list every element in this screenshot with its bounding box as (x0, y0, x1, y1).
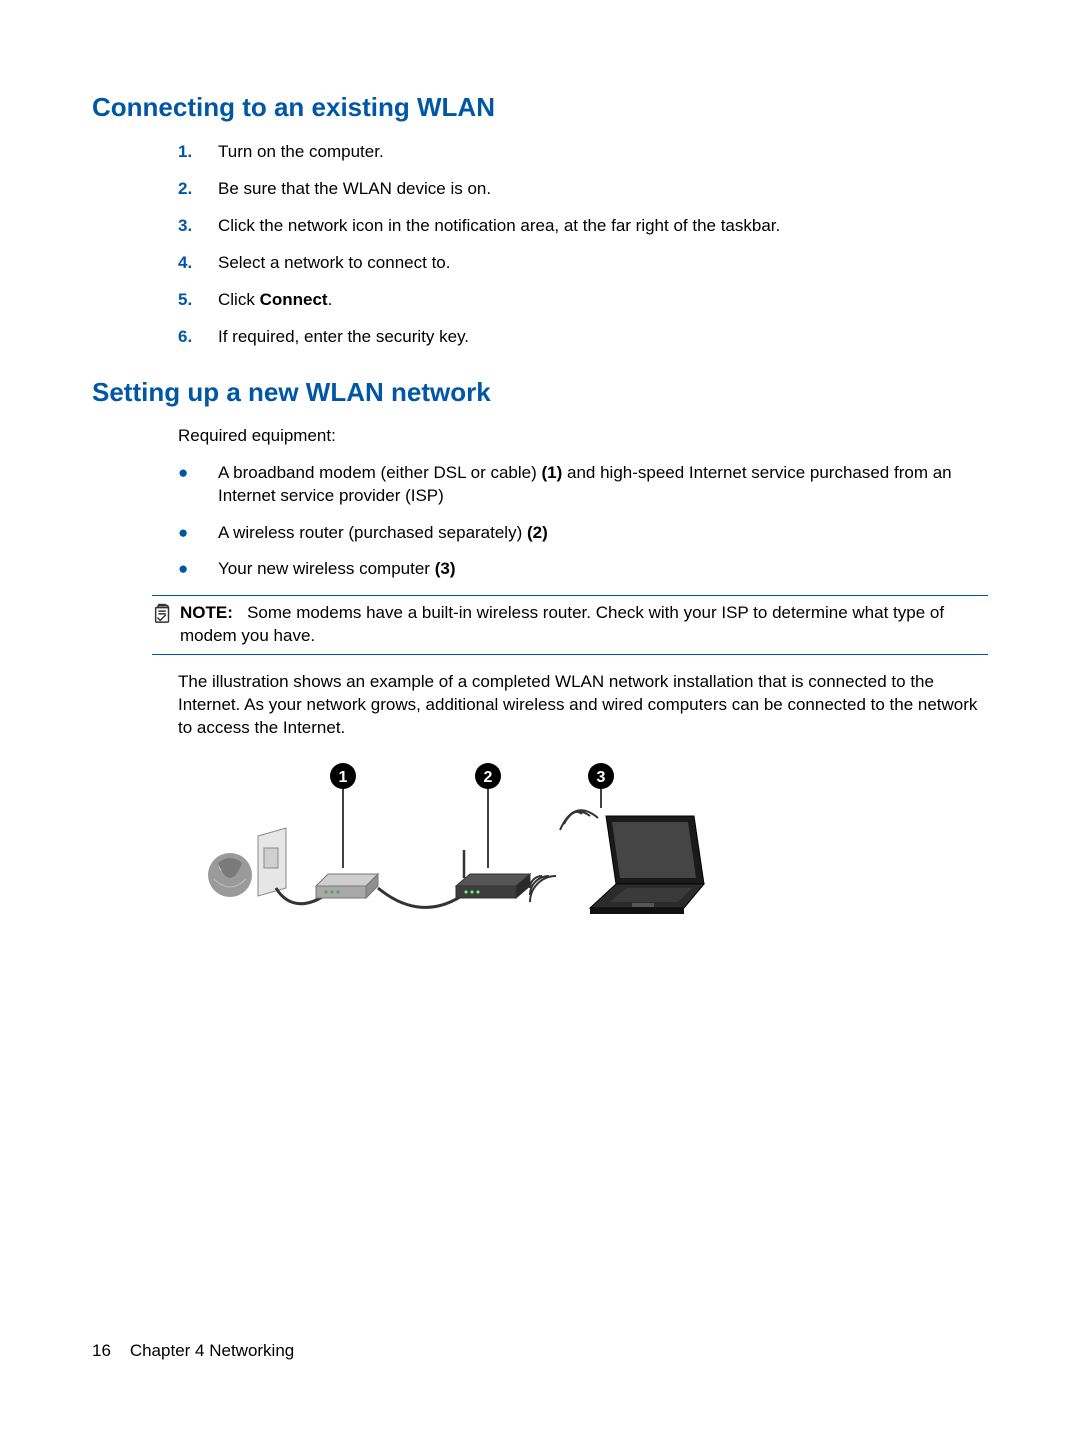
text-bold: (2) (527, 523, 548, 542)
bullet-icon: ● (178, 462, 218, 485)
bullet-icon: ● (178, 522, 218, 545)
page-number: 16 (92, 1341, 111, 1360)
list-item: ● A wireless router (purchased separatel… (178, 522, 988, 545)
step-1: 1. Turn on the computer. (178, 141, 988, 164)
step-number: 5. (178, 289, 218, 312)
list-item-text: A wireless router (purchased separately)… (218, 522, 988, 545)
step-number: 6. (178, 326, 218, 349)
note-text: NOTE: Some modems have a built-in wirele… (180, 602, 988, 648)
modem-icon (316, 874, 378, 898)
step-text-prefix: Click (218, 290, 260, 309)
text-bold: (3) (435, 559, 456, 578)
step-text: Click Connect. (218, 289, 988, 312)
heading-connecting-wlan: Connecting to an existing WLAN (92, 92, 988, 123)
step-4: 4. Select a network to connect to. (178, 252, 988, 275)
step-text-suffix: . (328, 290, 333, 309)
router-icon (456, 850, 530, 898)
step-text: Select a network to connect to. (218, 252, 988, 275)
step-text: If required, enter the security key. (218, 326, 988, 349)
step-2: 2. Be sure that the WLAN device is on. (178, 178, 988, 201)
step-5: 5. Click Connect. (178, 289, 988, 312)
chapter-label: Chapter 4 Networking (130, 1341, 294, 1360)
intro-text: Required equipment: (178, 426, 988, 446)
equipment-list: ● A broadband modem (either DSL or cable… (178, 462, 988, 582)
bullet-icon: ● (178, 558, 218, 581)
list-item: ● Your new wireless computer (3) (178, 558, 988, 581)
callout-2: 2 (475, 763, 501, 868)
laptop-icon (590, 816, 704, 914)
note-icon (152, 602, 176, 629)
list-item-text: A broadband modem (either DSL or cable) … (218, 462, 988, 508)
list-item: ● A broadband modem (either DSL or cable… (178, 462, 988, 508)
wireless-waves-icon (530, 876, 556, 902)
wall-socket-icon (258, 828, 286, 896)
callout-2-label: 2 (484, 769, 493, 786)
text-prefix: A broadband modem (either DSL or cable) (218, 463, 542, 482)
note-body: Some modems have a built-in wireless rou… (180, 603, 944, 645)
list-item-text: Your new wireless computer (3) (218, 558, 988, 581)
step-number: 3. (178, 215, 218, 238)
step-number: 2. (178, 178, 218, 201)
callout-3-label: 3 (597, 769, 606, 786)
step-6: 6. If required, enter the security key. (178, 326, 988, 349)
step-text: Turn on the computer. (218, 141, 988, 164)
document-page: Connecting to an existing WLAN 1. Turn o… (0, 0, 1080, 1437)
globe-icon (208, 853, 252, 897)
callout-1-label: 1 (339, 769, 348, 786)
steps-list: 1. Turn on the computer. 2. Be sure that… (178, 141, 988, 349)
wlan-illustration: 1 2 3 (178, 758, 988, 933)
step-text: Be sure that the WLAN device is on. (218, 178, 988, 201)
note-block: NOTE: Some modems have a built-in wirele… (152, 595, 988, 655)
text-prefix: A wireless router (purchased separately) (218, 523, 527, 542)
page-footer: 16 Chapter 4 Networking (92, 1341, 294, 1361)
note-label: NOTE: (180, 603, 233, 622)
step-3: 3. Click the network icon in the notific… (178, 215, 988, 238)
illustration-description: The illustration shows an example of a c… (178, 671, 988, 740)
callout-3: 3 (588, 763, 614, 808)
cable-2 (378, 888, 466, 907)
text-prefix: Your new wireless computer (218, 559, 435, 578)
callout-1: 1 (330, 763, 356, 868)
heading-setup-wlan: Setting up a new WLAN network (92, 377, 988, 408)
step-number: 1. (178, 141, 218, 164)
wireless-signal-icon (560, 810, 598, 830)
text-bold: (1) (542, 463, 563, 482)
step-number: 4. (178, 252, 218, 275)
step-text: Click the network icon in the notificati… (218, 215, 988, 238)
step-text-bold: Connect (260, 290, 328, 309)
